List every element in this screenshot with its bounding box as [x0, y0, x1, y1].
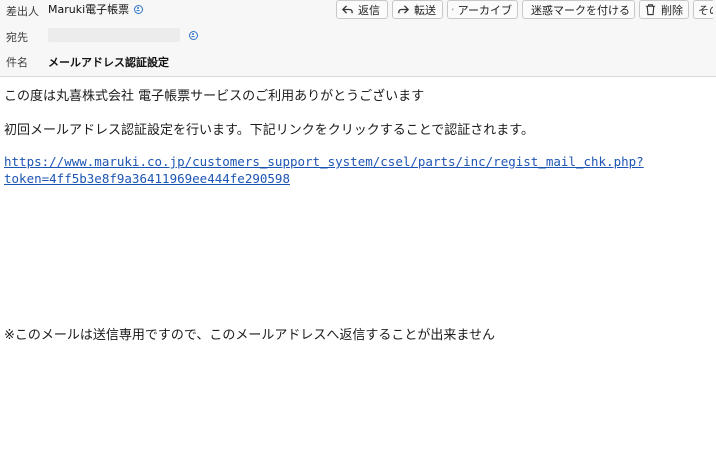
archive-icon	[452, 8, 454, 11]
message-toolbar: 返信 転送 アーカイブ 迷惑マークを付ける 削除 その	[336, 0, 713, 22]
junk-label: 迷惑マークを付ける	[531, 3, 630, 17]
delete-label: 削除	[661, 3, 683, 17]
trash-icon	[645, 4, 656, 16]
from-name[interactable]: Maruki電子帳票	[48, 1, 129, 17]
verification-link[interactable]: https://www.maruki.co.jp/customers_suppo…	[4, 153, 644, 187]
reply-button[interactable]: 返信	[336, 0, 388, 19]
subject-text: メールアドレス認証設定	[48, 56, 169, 69]
more-label: その	[698, 3, 713, 17]
body-line-notice: ※このメールは送信専用ですので、このメールアドレスへ返信することが出来ません	[4, 328, 495, 343]
body-line-greeting: この度は丸喜株式会社 電子帳票サービスのご利用ありがとうございます	[4, 89, 425, 104]
verification-link-line1[interactable]: https://www.maruki.co.jp/customers_suppo…	[4, 153, 644, 170]
forward-icon	[398, 5, 410, 14]
subject-label: 件名	[6, 56, 28, 69]
junk-button[interactable]: 迷惑マークを付ける	[522, 0, 635, 19]
archive-button[interactable]: アーカイブ	[447, 0, 518, 19]
reply-label: 返信	[358, 3, 380, 17]
forward-label: 転送	[414, 3, 436, 17]
reply-icon	[341, 5, 353, 14]
archive-label: アーカイブ	[457, 3, 512, 17]
from-label: 差出人	[6, 5, 39, 18]
more-button[interactable]: その	[693, 0, 713, 19]
message-header: 差出人 Maruki電子帳票 返信 転送 アーカイブ 迷惑マークを付ける 削除 …	[0, 0, 716, 77]
to-recipient-redacted[interactable]	[48, 28, 180, 42]
verification-link-line2[interactable]: token=4ff5b3e8f9a36411969ee444fe290598	[4, 170, 644, 187]
from-field[interactable]: Maruki電子帳票	[48, 1, 144, 17]
body-line-instruction: 初回メールアドレス認証設定を行います。下記リンクをクリックすることで認証されます…	[4, 123, 535, 138]
forward-button[interactable]: 転送	[392, 0, 443, 19]
to-label: 宛先	[6, 31, 28, 44]
contact-icon[interactable]	[189, 31, 198, 40]
contact-icon[interactable]	[134, 4, 144, 14]
delete-button[interactable]: 削除	[639, 0, 689, 19]
